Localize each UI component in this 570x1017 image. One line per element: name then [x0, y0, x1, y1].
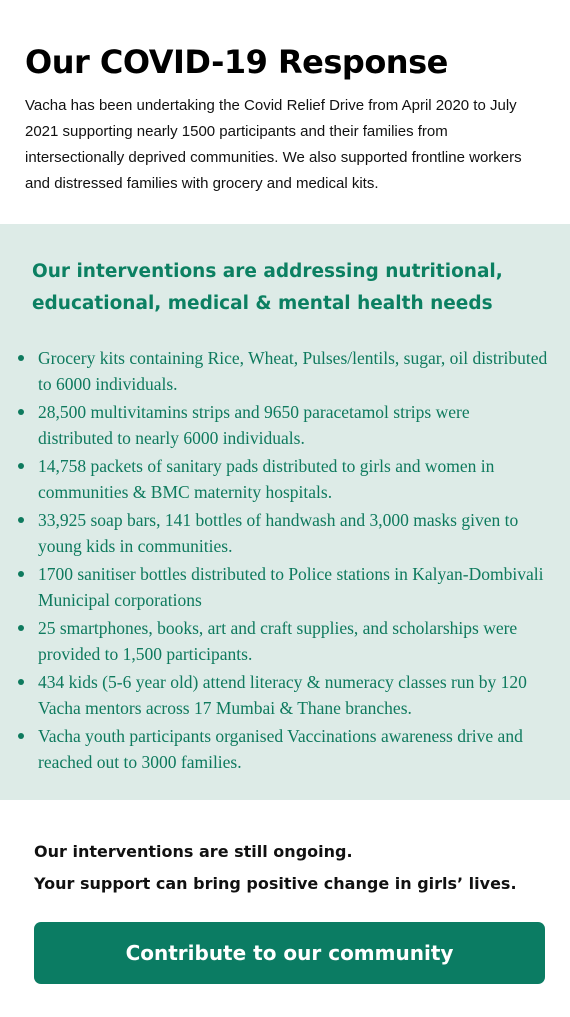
page-title: Our COVID-19 Response [25, 43, 448, 81]
bullet-icon [18, 409, 24, 415]
list-item: 33,925 soap bars, 141 bottles of handwas… [18, 507, 548, 559]
list-item: 25 smartphones, books, art and craft sup… [18, 615, 548, 667]
list-item-text: 33,925 soap bars, 141 bottles of handwas… [38, 510, 519, 556]
list-item-text: 434 kids (5-6 year old) attend literacy … [38, 672, 527, 718]
ongoing-note: Our interventions are still ongoing. [34, 842, 353, 861]
bullet-icon [18, 463, 24, 469]
bullet-icon [18, 733, 24, 739]
intro-paragraph: Vacha has been undertaking the Covid Rel… [25, 97, 522, 192]
list-item-text: 14,758 packets of sanitary pads distribu… [38, 456, 495, 502]
list-item-text: Vacha youth participants organised Vacci… [38, 726, 523, 772]
bullet-icon [18, 571, 24, 577]
bullet-icon [18, 625, 24, 631]
list-item-text: Grocery kits containing Rice, Wheat, Pul… [38, 348, 548, 394]
list-item: 1700 sanitiser bottles distributed to Po… [18, 561, 548, 613]
support-note: Your support can bring positive change i… [34, 874, 517, 893]
list-item-text: 1700 sanitiser bottles distributed to Po… [38, 564, 544, 610]
contribute-button[interactable]: Contribute to our community [34, 922, 545, 984]
list-item: 28,500 multivitamins strips and 9650 par… [18, 399, 548, 451]
list-item-text: 28,500 multivitamins strips and 9650 par… [38, 402, 470, 448]
interventions-heading: Our interventions are addressing nutriti… [32, 261, 503, 314]
list-item: Vacha youth participants organised Vacci… [18, 723, 548, 775]
list-item: 434 kids (5-6 year old) attend literacy … [18, 669, 548, 721]
list-item: Grocery kits containing Rice, Wheat, Pul… [18, 345, 548, 397]
bullet-icon [18, 679, 24, 685]
support-cta-section: Our interventions are still ongoing. You… [0, 800, 570, 1017]
covid-response-section: Our COVID-19 Response Vacha has been und… [0, 0, 570, 224]
list-item-text: 25 smartphones, books, art and craft sup… [38, 618, 518, 664]
interventions-list: Grocery kits containing Rice, Wheat, Pul… [18, 345, 548, 777]
bullet-icon [18, 355, 24, 361]
list-item: 14,758 packets of sanitary pads distribu… [18, 453, 548, 505]
interventions-panel: Our interventions are addressing nutriti… [0, 224, 570, 800]
bullet-icon [18, 517, 24, 523]
